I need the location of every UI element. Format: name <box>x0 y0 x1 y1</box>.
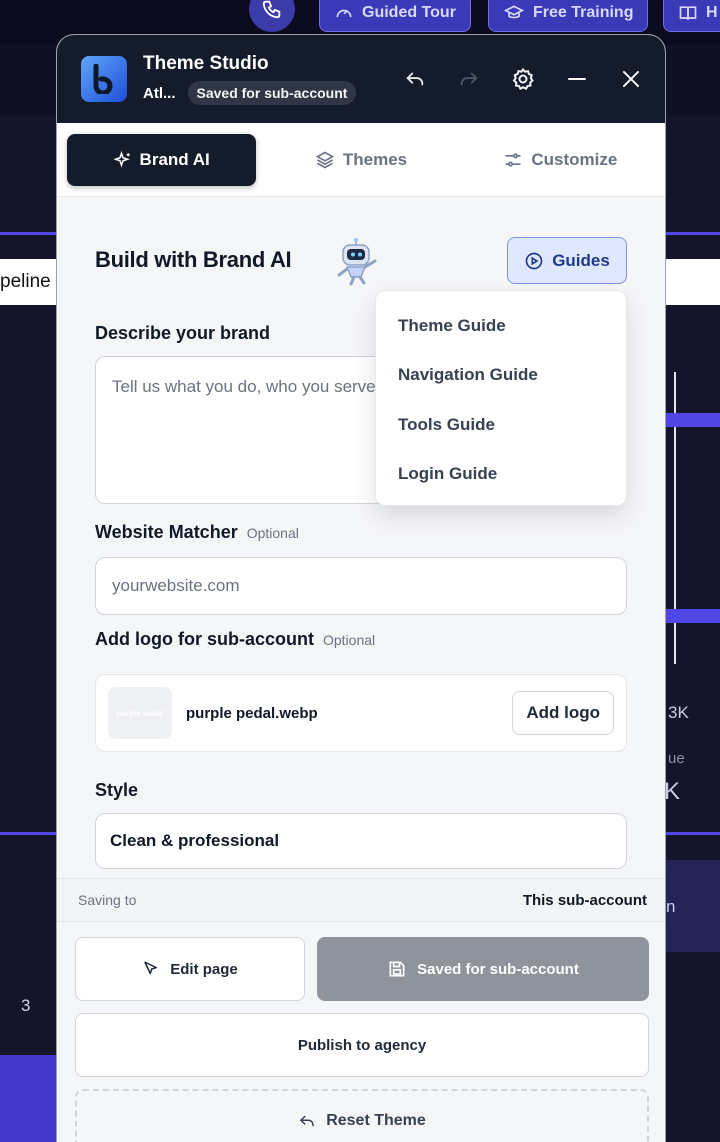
close-button[interactable] <box>617 65 645 93</box>
logo-filename: purple pedal.webp <box>186 704 318 722</box>
layers-icon <box>315 151 335 168</box>
tab-themes[interactable]: Themes <box>266 134 455 186</box>
undo-button[interactable] <box>401 65 429 93</box>
stat-label: ue <box>668 750 685 767</box>
minimize-button[interactable] <box>563 65 591 93</box>
stat-value: n <box>666 897 676 916</box>
cursor-icon <box>144 961 158 975</box>
logo-b-icon <box>93 64 113 94</box>
reset-theme-button[interactable]: Reset Theme <box>75 1089 649 1142</box>
redo-icon <box>460 72 478 86</box>
app-title: Theme Studio <box>143 53 269 74</box>
settings-button[interactable] <box>509 65 537 93</box>
help-label: H <box>706 4 718 21</box>
page-title: Build with Brand AI <box>95 247 292 272</box>
logo-label: Add logo for sub-account Optional <box>95 629 376 649</box>
add-logo-button[interactable]: Add logo <box>512 691 614 735</box>
redo-button[interactable] <box>455 65 483 93</box>
phone-icon <box>262 0 281 19</box>
accent-line <box>666 232 720 235</box>
website-placeholder: yourwebsite.com <box>112 576 240 595</box>
sparkles-icon <box>113 150 130 168</box>
publish-to-agency-button[interactable]: Publish to agency <box>75 1013 649 1077</box>
book-icon <box>679 6 697 20</box>
guided-tour-button[interactable]: Guided Tour <box>319 0 471 32</box>
chart-bar <box>666 413 720 427</box>
stat-value: K <box>664 778 681 805</box>
play-circle-icon <box>525 252 543 269</box>
gear-icon <box>512 67 534 91</box>
chart-bar <box>666 609 720 623</box>
style-label: Style <box>95 780 139 800</box>
optional-tag: Optional <box>246 525 299 541</box>
app-logo <box>81 56 127 102</box>
guided-tour-label: Guided Tour <box>362 4 456 21</box>
accent-line <box>0 832 56 835</box>
panel-footer: Edit page Saved for sub-account Publish … <box>75 937 649 1142</box>
accent-line <box>666 832 720 835</box>
save-icon <box>389 961 405 977</box>
tab-label: Brand AI <box>139 149 210 169</box>
logo-thumbnail: purple pedal <box>108 687 172 739</box>
menu-item-login-guide[interactable]: Login Guide <box>376 450 626 500</box>
tab-label: Customize <box>531 149 618 169</box>
menu-item-navigation-guide[interactable]: Navigation Guide <box>376 351 626 401</box>
pipeline-label: peline <box>0 271 51 292</box>
style-value: Clean & professional <box>110 831 280 850</box>
gauge-icon <box>336 9 352 18</box>
tab-brand-ai[interactable]: Brand AI <box>67 133 257 186</box>
tab-label: Themes <box>342 149 408 169</box>
help-button[interactable]: H <box>663 0 720 32</box>
background-block <box>0 1055 56 1142</box>
guides-dropdown: Theme Guide Navigation Guide Tools Guide… <box>375 290 627 506</box>
sliders-icon <box>505 152 521 167</box>
undo-icon <box>300 1115 314 1127</box>
close-icon <box>623 71 639 87</box>
logo-upload-card: purple pedal purple pedal.webp Add logo <box>95 674 627 752</box>
free-training-button[interactable]: Free Training <box>488 0 649 32</box>
menu-item-theme-guide[interactable]: Theme Guide <box>376 301 626 351</box>
theme-studio-panel: Theme Studio Atl... Saved for sub-accoun… <box>56 34 666 1142</box>
tab-bar: Brand AI Themes Customize <box>57 123 665 197</box>
accent-line <box>0 232 56 235</box>
guides-button[interactable]: Guides <box>507 237 627 284</box>
robot-mascot-icon <box>337 238 377 286</box>
left-value: 3 <box>21 996 31 1015</box>
saving-value: This sub-account <box>522 891 647 909</box>
free-training-label: Free Training <box>533 4 634 21</box>
graduation-cap-icon <box>503 5 525 19</box>
optional-tag: Optional <box>322 632 376 648</box>
saving-target-row: Saving to This sub-account <box>57 878 665 922</box>
minimize-icon <box>568 78 586 80</box>
status-badge: Saved for sub-account <box>187 81 357 105</box>
guides-label: Guides <box>552 250 610 270</box>
account-name: Atl... <box>143 84 176 102</box>
style-select[interactable]: Clean & professional <box>95 813 627 869</box>
undo-icon <box>406 72 424 86</box>
saved-button[interactable]: Saved for sub-account <box>317 937 649 1001</box>
website-input[interactable]: yourwebsite.com <box>95 557 627 615</box>
website-label: Website Matcher Optional <box>95 522 299 542</box>
edit-page-button[interactable]: Edit page <box>75 937 305 1001</box>
saving-label: Saving to <box>78 892 137 908</box>
stat-value: 3K <box>668 703 689 722</box>
panel-header: Theme Studio Atl... Saved for sub-accoun… <box>57 35 665 123</box>
menu-item-tools-guide[interactable]: Tools Guide <box>376 400 626 450</box>
tab-customize[interactable]: Customize <box>466 134 655 186</box>
